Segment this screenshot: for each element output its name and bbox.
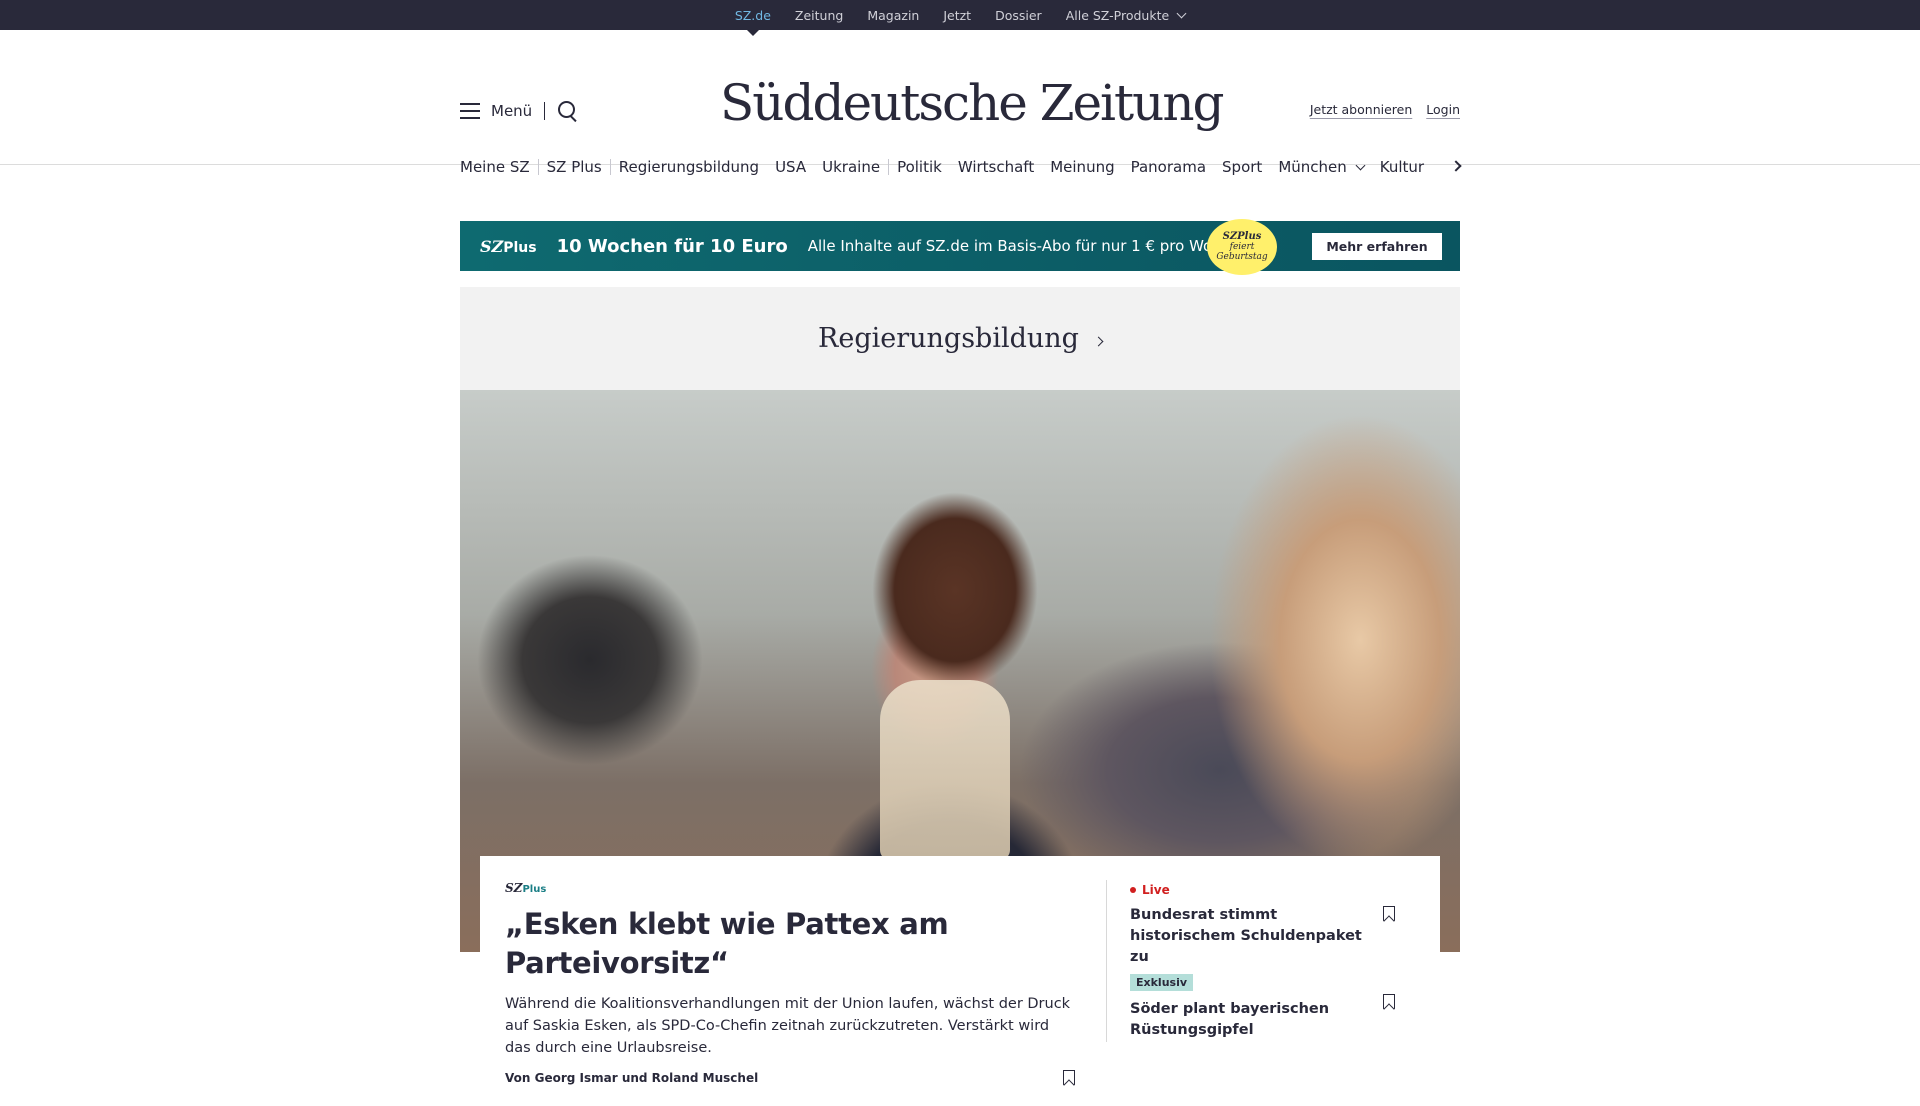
main-navigation: Meine SZ SZ Plus Regierungsbildung USA U… [460,158,1462,176]
nav-item-meine-sz[interactable]: Meine SZ [460,158,538,176]
top-product-bar: SZ.de Zeitung Magazin Jetzt Dossier Alle… [0,0,1920,36]
side-article-1[interactable]: Live Bundesrat stimmt historischem Schul… [1130,883,1420,968]
menu-button[interactable]: Menü [491,102,532,120]
site-logo[interactable]: Süddeutsche Zeitung [720,74,1225,132]
chevron-down-icon [1355,160,1366,170]
live-badge: Live [1130,883,1420,897]
lead-article-teaser: Während die Koalitionsverhandlungen mit … [505,996,1071,1056]
promo-headline: 10 Wochen für 10 Euro [556,235,788,257]
nav-item-sport[interactable]: Sport [1214,158,1270,176]
lead-article-byline: Von Georg Ismar und Roland Muschel [505,1071,759,1085]
nav-item-usa[interactable]: USA [767,158,814,176]
nav-item-kultur[interactable]: Kultur [1372,158,1432,176]
live-label: Live [1142,883,1170,897]
nav-item-muenchen-label: München [1278,158,1347,176]
sz-plus-promo-banner[interactable]: SZPlus 10 Wochen für 10 Euro Alle Inhalt… [460,219,1460,275]
nav-item-panorama[interactable]: Panorama [1123,158,1214,176]
live-dot-icon [1130,887,1136,893]
bookmark-icon[interactable] [1383,994,1395,1009]
site-header: Menü Süddeutsche Zeitung Jetzt abonniere… [0,30,1920,176]
topbar-link-magazin[interactable]: Magazin [855,0,931,30]
card-divider [1106,880,1107,1042]
hero-photo-detail [880,680,1010,860]
chevron-right-icon [1093,336,1104,347]
mehr-erfahren-button[interactable]: Mehr erfahren [1312,233,1442,260]
side-article-2-title[interactable]: Söder plant bayerischen Rüstungsgipfel [1130,999,1370,1041]
topbar-link-dossier[interactable]: Dossier [983,0,1054,30]
subscribe-link[interactable]: Jetzt abonnieren [1310,102,1412,117]
section-title: Regierungsbildung [818,323,1079,354]
topbar-link-all-products[interactable]: Alle SZ-Produkte [1054,0,1197,30]
sz-plus-label: SZPlus [505,881,1075,895]
header-left-tools: Menü [460,100,579,122]
badge-brand: SZPlus [1222,231,1262,242]
topbar-all-products-label: Alle SZ-Produkte [1065,7,1170,23]
lead-article-headline[interactable]: „Esken klebt wie Pattex am Parteivorsitz… [505,905,1075,983]
sz-plus-suffix: Plus [503,239,537,256]
topbar-link-jetzt[interactable]: Jetzt [931,0,983,30]
nav-item-meinung[interactable]: Meinung [1042,158,1122,176]
badge-line1: feiert [1229,242,1255,252]
side-article-1-title[interactable]: Bundesrat stimmt historischem Schuldenpa… [1130,905,1370,968]
sz-plus-brand: SZ [480,236,504,256]
hamburger-menu-icon[interactable] [460,103,480,119]
nav-item-politik[interactable]: Politik [889,158,950,176]
bookmark-icon[interactable] [1383,906,1395,921]
header-account-links: Jetzt abonnieren Login [1310,102,1460,117]
topbar-link-szde[interactable]: SZ.de [723,0,783,36]
exklusiv-badge: Exklusiv [1130,974,1194,991]
side-article-2[interactable]: Exklusiv Söder plant bayerischen Rüstung… [1130,971,1420,1041]
nav-item-regierungsbildung[interactable]: Regierungsbildung [611,158,767,176]
search-icon[interactable] [557,100,579,122]
nav-item-muenchen[interactable]: München [1270,158,1371,176]
sz-plus-mini-brand: SZ [505,881,523,895]
sz-plus-logo: SZPlus [480,237,537,256]
lead-article-card: SZPlus „Esken klebt wie Pattex am Partei… [480,856,1440,1106]
header-divider [544,102,546,120]
promo-subline: Alle Inhalte auf SZ.de im Basis-Abo für … [807,237,1244,255]
lead-article[interactable]: SZPlus „Esken klebt wie Pattex am Partei… [505,881,1075,1085]
login-link[interactable]: Login [1426,102,1460,117]
badge-line2: Geburtstag [1216,252,1268,262]
nav-item-sz-plus[interactable]: SZ Plus [539,158,610,176]
nav-item-wirtschaft[interactable]: Wirtschaft [950,158,1042,176]
nav-scroll-right-icon[interactable] [1450,160,1462,172]
nav-item-ukraine[interactable]: Ukraine [814,158,888,176]
chevron-down-icon [1176,8,1187,18]
topbar-link-zeitung[interactable]: Zeitung [783,0,855,30]
sz-plus-mini-suffix: Plus [522,884,547,895]
bookmark-icon[interactable] [1063,1070,1075,1085]
birthday-badge: SZPlus feiert Geburtstag [1207,219,1277,275]
section-header[interactable]: Regierungsbildung [460,287,1460,390]
